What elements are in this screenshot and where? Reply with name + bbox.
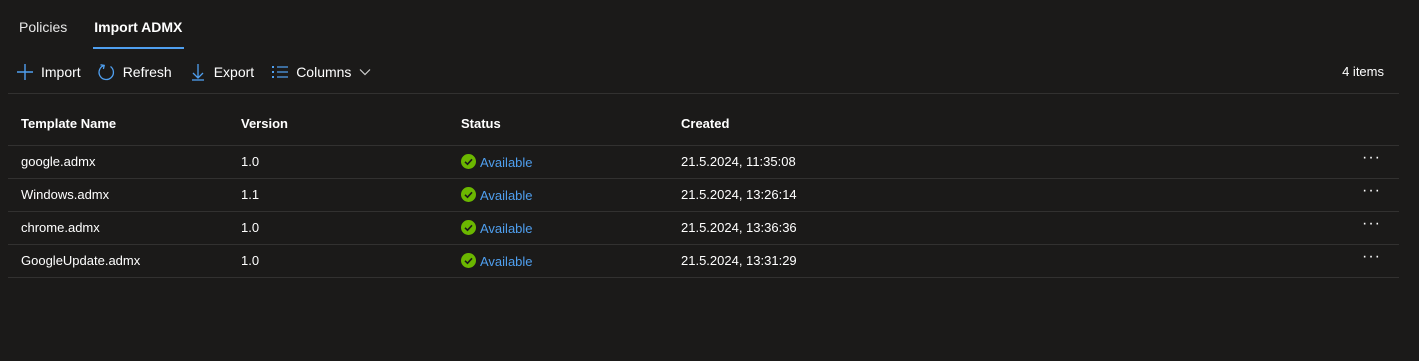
status-cell: Available (461, 220, 533, 236)
status-text[interactable]: Available (480, 254, 533, 269)
refresh-button-label: Refresh (122, 64, 172, 80)
checkmark-circle-icon (461, 220, 476, 235)
import-button-label: Import (41, 64, 81, 80)
more-options-button[interactable]: ··· (1362, 249, 1381, 265)
created-cell: 21.5.2024, 11:35:08 (681, 154, 796, 169)
table-row[interactable]: google.admx 1.0 Available 21.5.2024, 11:… (8, 146, 1399, 179)
template-name-cell: GoogleUpdate.admx (21, 253, 141, 268)
export-button-label: Export (213, 64, 255, 80)
version-cell: 1.1 (241, 187, 260, 202)
checkmark-circle-icon (461, 187, 476, 202)
checkmark-circle-icon (461, 253, 476, 268)
templates-table: Template Name Version Status Created goo… (8, 108, 1399, 278)
checkmark-circle-icon (461, 154, 476, 169)
admx-page: Policies Import ADMX Import Refresh Expo… (0, 0, 1419, 361)
template-name-cell: Windows.admx (21, 187, 110, 202)
created-cell: 21.5.2024, 13:36:36 (681, 220, 797, 235)
table-row[interactable]: Windows.admx 1.1 Available 21.5.2024, 13… (8, 179, 1399, 212)
created-cell: 21.5.2024, 13:31:29 (681, 253, 797, 268)
more-options-button[interactable]: ··· (1362, 150, 1381, 166)
table-header: Template Name Version Status Created (8, 108, 1399, 146)
tab-import-admx[interactable]: Import ADMX (93, 0, 185, 49)
import-button[interactable]: Import (15, 62, 81, 82)
column-header-created[interactable]: Created (681, 116, 729, 131)
status-text[interactable]: Available (480, 188, 533, 203)
chevron-down-icon (359, 68, 371, 76)
column-header-version[interactable]: Version (241, 116, 288, 131)
tab-policies[interactable]: Policies (19, 0, 67, 48)
status-cell: Available (461, 187, 533, 203)
status-text[interactable]: Available (480, 155, 533, 170)
template-name-cell: chrome.admx (21, 220, 100, 235)
plus-icon (15, 62, 35, 82)
version-cell: 1.0 (241, 220, 260, 235)
refresh-button[interactable]: Refresh (97, 62, 172, 82)
item-count: 4 items (1342, 64, 1384, 79)
more-options-button[interactable]: ··· (1362, 216, 1381, 232)
tab-bar: Policies Import ADMX (19, 0, 209, 49)
toolbar-divider (8, 93, 1399, 94)
columns-button[interactable]: Columns (270, 62, 371, 82)
column-header-status[interactable]: Status (461, 116, 501, 131)
table-row[interactable]: chrome.admx 1.0 Available 21.5.2024, 13:… (8, 212, 1399, 245)
list-columns-icon (270, 62, 290, 82)
columns-button-label: Columns (296, 64, 352, 80)
status-text[interactable]: Available (480, 221, 533, 236)
created-cell: 21.5.2024, 13:26:14 (681, 187, 797, 202)
status-cell: Available (461, 154, 533, 170)
export-button[interactable]: Export (188, 62, 254, 82)
refresh-icon (97, 62, 117, 82)
status-cell: Available (461, 253, 533, 269)
version-cell: 1.0 (241, 154, 260, 169)
version-cell: 1.0 (241, 253, 260, 268)
command-bar: Import Refresh Export Columns (15, 58, 387, 86)
table-row[interactable]: GoogleUpdate.admx 1.0 Available 21.5.202… (8, 245, 1399, 278)
more-options-button[interactable]: ··· (1362, 183, 1381, 199)
template-name-cell: google.admx (21, 154, 96, 169)
download-arrow-icon (188, 62, 208, 82)
column-header-template-name[interactable]: Template Name (21, 116, 116, 131)
